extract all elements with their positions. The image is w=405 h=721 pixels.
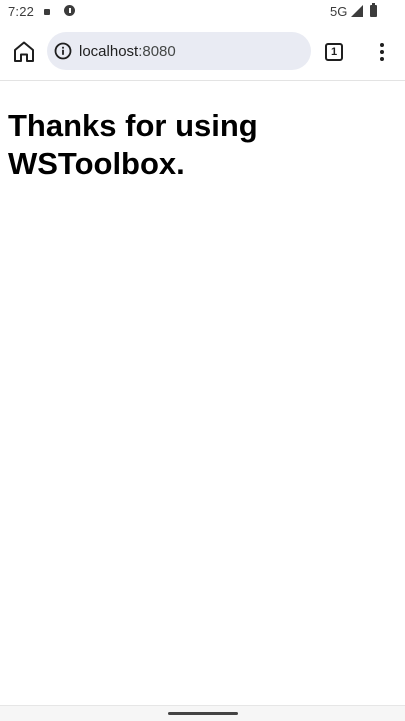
gesture-handle[interactable]	[168, 712, 238, 715]
browser-toolbar: localhost:8080 1	[0, 24, 405, 81]
page-content: Thanks for using WSToolbox.	[0, 81, 405, 705]
tabs-button[interactable]: 1	[322, 40, 346, 64]
tab-count: 1	[330, 46, 338, 58]
url-bar[interactable]: localhost:8080	[47, 32, 311, 70]
signal-icon	[351, 5, 363, 17]
url-host: localhost	[79, 43, 139, 60]
site-info-icon[interactable]	[54, 42, 72, 60]
home-button[interactable]	[10, 38, 38, 66]
info-icon	[64, 5, 75, 16]
url-port: :8080	[138, 43, 176, 60]
page-heading: Thanks for using WSToolbox.	[8, 108, 258, 181]
status-time: 7:22	[8, 4, 35, 19]
url-text[interactable]: localhost:8080	[79, 43, 176, 60]
network-type: 5G	[330, 4, 348, 19]
battery-icon	[370, 3, 377, 17]
navigation-bar	[0, 705, 405, 721]
home-icon	[14, 41, 34, 62]
status-bar: 7:22 5G	[0, 0, 405, 24]
tabs-icon: 1	[325, 43, 343, 61]
notification-square-icon	[44, 9, 50, 15]
more-menu-button[interactable]	[372, 38, 392, 66]
